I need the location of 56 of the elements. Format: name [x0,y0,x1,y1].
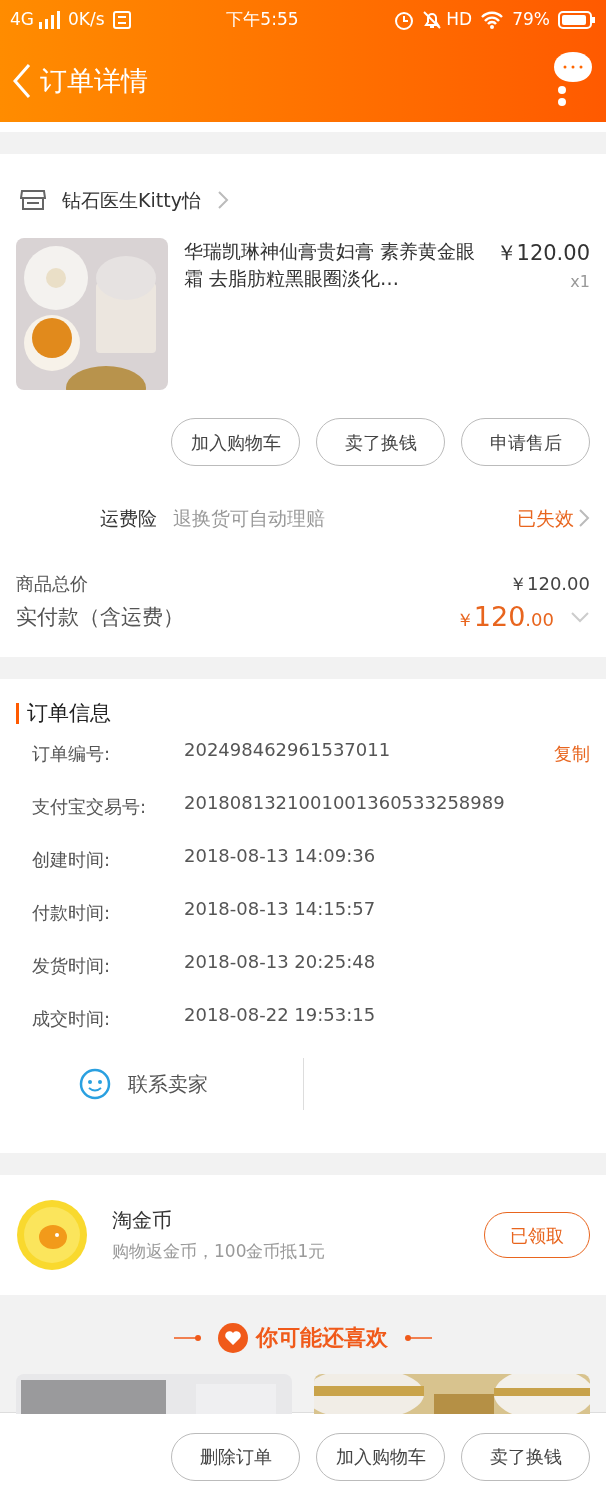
paid-currency: ￥ [455,609,474,630]
goods-total-label: 商品总价 [16,572,88,596]
coin-description: 购物返金币，100金币抵1元 [112,1240,326,1264]
info-value: 2018-08-13 14:09:36 [184,846,377,868]
info-label: 创建时间: [32,848,112,872]
item-price: ￥120.00 [495,240,590,267]
info-value: 2018-08-13 14:15:57 [184,899,377,921]
page-title: 订单详情 [40,63,148,98]
goods-total-value: ￥120.00 [509,572,590,596]
chevron-right-icon [578,508,590,528]
action-button[interactable]: 加入购物车 [171,418,300,466]
chat-face-icon [78,1067,112,1101]
battery-percent: 79% [512,8,550,32]
action-button[interactable]: 卖了换钱 [316,418,445,466]
insurance-label: 运费险 [100,505,157,531]
info-label: 订单编号: [32,742,112,766]
chevron-down-icon [570,611,590,624]
mute-icon [422,10,443,30]
dash-dot-icon [404,1334,432,1341]
chevron-right-icon [216,190,229,210]
paid-amount: 120 [473,601,526,632]
info-value: 202498462961537011 [184,740,392,762]
coin-icon [16,1199,88,1271]
shop-name[interactable]: 钻石医生Kitty怡 [62,185,201,215]
info-label: 成交时间: [32,1007,112,1031]
paid-decimal: .00 [525,609,554,630]
contact-seller-button[interactable]: 联系卖家 [78,1067,208,1101]
section-title: 你可能还喜欢 [256,1324,388,1352]
item-title[interactable]: 华瑞凯琳神仙膏贵妇膏 素养黄金眼霜 去脂肪粒黑眼圈淡化… [184,238,476,294]
network-label: 4G [10,8,34,32]
info-value: 2018081321001001360533258989 [184,793,506,815]
dash-dot-icon [174,1334,202,1341]
paid-label: 实付款（含运费） [16,603,184,631]
alarm-icon [394,10,415,30]
coin-title: 淘金币 [112,1207,173,1235]
signal-icon [38,11,60,29]
insurance-description: 退换货可自动理赔 [173,505,325,531]
action-button[interactable]: 加入购物车 [316,1432,445,1481]
battery-icon [558,10,596,30]
item-quantity: x1 [569,270,590,293]
action-button[interactable]: 申请售后 [461,418,590,466]
status-time: 下午5:55 [226,8,299,32]
action-button[interactable]: 卖了换钱 [461,1432,590,1481]
info-label: 发货时间: [32,954,112,978]
speed-label: 0K/s [68,8,105,32]
info-value: 2018-08-13 20:25:48 [184,952,377,974]
action-button[interactable]: 删除订单 [171,1432,300,1481]
info-value: 2018-08-22 19:53:15 [184,1005,377,1027]
info-label: 支付宝交易号: [32,795,148,819]
hd-label: HD [446,8,473,32]
info-label: 付款时间: [32,901,112,925]
notification-icon [112,11,131,29]
section-title: 订单信息 [16,703,111,724]
store-icon [20,189,46,211]
back-icon [12,63,32,99]
wifi-icon [480,11,505,29]
